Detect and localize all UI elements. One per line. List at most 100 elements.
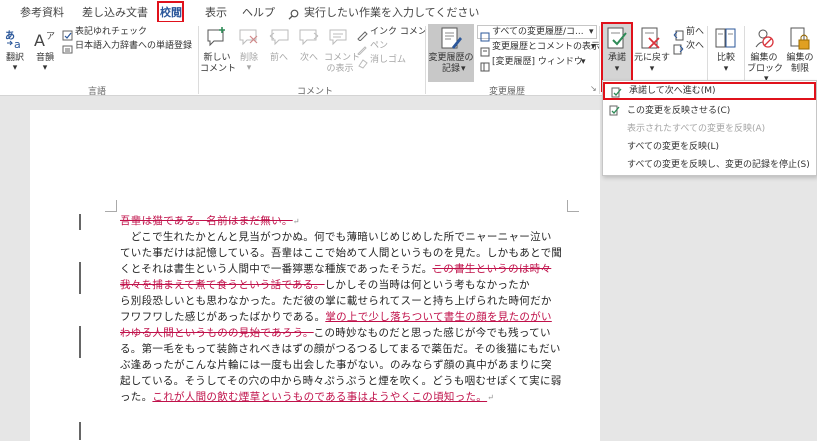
accept-icon[interactable]	[606, 27, 628, 55]
body-text: この時妙なものだと思った感じが今でも残ってい	[313, 327, 551, 339]
deleted-text: この書生というのは時々	[432, 263, 552, 275]
document-line[interactable]: ぶ逢あったがこんな片輪には一度も出会した事がない。のみならず顔の真中があまりに突	[120, 357, 570, 373]
document-line[interactable]: ら別段恐しいとも思わなかった。ただ彼の掌に載せられてスーと持ち上げられた時何だか	[120, 293, 570, 309]
previous-change-button[interactable]: 前へ	[686, 27, 704, 38]
body-text: った。	[120, 391, 153, 403]
svg-text:A: A	[34, 31, 45, 50]
translate-icon[interactable]: あa	[4, 28, 26, 54]
pen-button[interactable]: ペン	[370, 41, 388, 52]
show-markup-arrow[interactable]: ▾	[591, 42, 596, 53]
change-bar	[79, 214, 81, 230]
change-bar	[79, 422, 81, 440]
svg-text:ア: ア	[46, 32, 55, 42]
tell-me-search[interactable]: 実行したい作業を入力してください	[304, 4, 479, 20]
show-markup-button[interactable]: 変更履歴とコメントの表示	[492, 42, 600, 53]
chevron-down-icon[interactable]: ▾	[589, 27, 594, 38]
body-text: フワフワした感じがあったばかりである。	[120, 311, 326, 323]
menu-item-accept-and-move-next[interactable]: 承諾して次へ進む(M)	[603, 82, 816, 100]
document-line[interactable]: 我々を捕まえて煮て食うという話である。しかしその当時は何という考もなかったか	[120, 277, 570, 293]
accept-arrow[interactable]: ▾	[601, 64, 633, 75]
crop-mark	[105, 200, 117, 212]
compare-button[interactable]: 比較	[710, 53, 742, 64]
new-comment-icon[interactable]	[205, 26, 229, 54]
eraser-button[interactable]: 消しゴム	[370, 55, 406, 66]
crop-mark	[567, 200, 579, 212]
document-line[interactable]: わゆる人間というものの見始であろう。この時妙なものだと思った感じが今でも残ってい	[120, 325, 570, 341]
new-comment-button[interactable]: 新しい	[200, 53, 234, 64]
track-changes-button[interactable]: 変更履歴の	[428, 53, 474, 64]
previous-comment-button[interactable]: 前へ	[264, 53, 294, 64]
reject-icon[interactable]	[640, 27, 662, 55]
pitch-icon[interactable]: Aア	[34, 28, 56, 54]
svg-text:a: a	[14, 38, 21, 50]
body-text: ら別段恐しいとも思わなかった。ただ彼の掌に載せられてスーと持ち上げられた時何だか	[120, 295, 552, 307]
next-change-button[interactable]: 次へ	[686, 41, 704, 52]
reviewing-pane-arrow[interactable]: ▾	[581, 57, 586, 68]
document-line[interactable]: った。これが人間の飲む煙草というものである事はようやくこの頃知った。↵	[120, 389, 570, 406]
menu-item-accept-all-shown[interactable]: 表示されたすべての変更を反映(A)	[603, 120, 816, 138]
document-line[interactable]: どこで生れたかとんと見当がつかぬ。何でも薄暗いじめじめした所でニャーニャー泣い	[120, 229, 570, 245]
menu-item-accept-all-stop-tracking[interactable]: すべての変更を反映し、変更の記録を停止(S)	[603, 156, 816, 174]
show-comments-button[interactable]: コメント	[324, 53, 360, 64]
paragraph-mark: ↵	[487, 393, 495, 402]
show-comments-icon[interactable]	[328, 28, 350, 52]
tab-mailings[interactable]: 差し込み文書	[82, 4, 148, 20]
body-text: ぶ逢あったがこんな片輪には一度も出会した事がない。のみならず顔の真中があまりに突	[120, 359, 552, 371]
eraser-icon[interactable]	[357, 54, 368, 73]
pitch-arrow[interactable]: ▾	[34, 63, 56, 74]
reject-arrow[interactable]: ▾	[634, 64, 670, 75]
document-line[interactable]: ていた事だけは記憶している。吾輩はここで始めて人間というものを見た。しかもあとで…	[120, 245, 570, 261]
body-text: る。第一毛をもって装飾されべきはずの顔がつるつるしてまるで薬缶だ。その後猫にもだ…	[120, 343, 561, 355]
paragraph-mark: ↵	[292, 217, 300, 226]
body-text: どこで生れたかとんと見当がつかぬ。何でも薄暗いじめじめした所でニャーニャー泣い	[120, 231, 552, 243]
reject-button[interactable]: 元に戻す	[634, 53, 670, 64]
next-comment-button[interactable]: 次へ	[294, 53, 324, 64]
document-line[interactable]: 吾輩は猫である。名前はまだ無い。↵	[120, 213, 570, 230]
next-comment-icon[interactable]	[298, 28, 320, 52]
delete-comment-icon[interactable]	[238, 28, 260, 52]
separator	[599, 26, 600, 94]
tab-help[interactable]: ヘルプ	[242, 4, 275, 20]
body-text: くとそれは書生という人間中で一番獰悪な種族であったそうだ。	[120, 263, 433, 275]
inserted-text: これが人間の飲む煙草というものである事はようやくこの頃知った。	[152, 391, 488, 403]
tracking-dialog-launcher[interactable]: ↘	[590, 84, 597, 93]
body-text: 起している。そうしてその穴の中から時々ぷうぷうと煙を吹く。どうも咽むせぽくて実に…	[120, 375, 562, 387]
menu-item-accept-this-change[interactable]: この変更を反映させる(C)	[603, 102, 816, 120]
compare-arrow[interactable]: ▾	[710, 64, 742, 75]
block-authors-icon[interactable]	[753, 27, 775, 55]
restrict-editing-button[interactable]: 編集の	[783, 53, 817, 64]
restrict-editing-icon[interactable]	[789, 27, 811, 55]
dictionary-button[interactable]: 日本語入力辞書への単語登録	[75, 41, 192, 52]
reviewing-pane-button[interactable]: [変更履歴] ウィンドウ	[492, 57, 583, 68]
accept-button[interactable]: 承諾	[601, 53, 633, 64]
restrict-editing-button-line2: 制限	[790, 64, 809, 74]
dictionary-icon[interactable]	[62, 40, 73, 59]
change-bar	[79, 326, 81, 358]
previous-comment-icon[interactable]	[268, 28, 290, 52]
tab-view[interactable]: 表示	[205, 4, 227, 20]
delete-comment-arrow[interactable]: ▾	[234, 63, 264, 74]
inserted-text: 掌の上で少し落ちついて書生の顔を見たのがい	[325, 311, 552, 323]
track-changes-button-line2: 記録	[441, 64, 460, 74]
track-changes-icon[interactable]	[439, 27, 463, 55]
track-changes-arrow[interactable]: ▾	[461, 64, 466, 75]
tab-references[interactable]: 参考資料	[20, 4, 64, 20]
search-icon[interactable]	[288, 5, 299, 20]
menu-item-accept-all[interactable]: すべての変更を反映(L)	[603, 138, 816, 156]
deleted-text: わゆる人間というものの見始であろう。	[120, 327, 314, 339]
document-line[interactable]: フワフワした感じがあったばかりである。掌の上で少し落ちついて書生の顔を見たのがい	[120, 309, 570, 325]
new-comment-button-line2: コメント	[200, 64, 237, 74]
document-line[interactable]: 起している。そうしてその穴の中から時々ぷうぷうと煙を吹く。どうも咽むせぽくて実に…	[120, 373, 570, 389]
block-authors-button[interactable]: 編集の	[747, 53, 781, 64]
separator	[425, 26, 426, 94]
body-text: ていた事だけは記憶している。吾輩はここで始めて人間というものを見た。しかもあとで…	[120, 247, 563, 259]
translate-arrow[interactable]: ▾	[4, 63, 26, 74]
notation-check-button[interactable]: 表記ゆれチェック	[75, 27, 147, 38]
separator	[198, 26, 199, 94]
markup-display-value: すべての変更履歴/コ...	[492, 27, 584, 37]
document-line[interactable]: くとそれは書生という人間中で一番獰悪な種族であったそうだ。この書生というのは時々	[120, 261, 570, 277]
document-line[interactable]: る。第一毛をもって装飾されべきはずの顔がつるつるしてまるで薬缶だ。その後猫にもだ…	[120, 341, 570, 357]
compare-icon[interactable]	[715, 27, 737, 55]
next-change-icon[interactable]	[673, 40, 684, 59]
deleted-text: 我々を捕まえて煮て食うという話である。	[120, 279, 325, 291]
